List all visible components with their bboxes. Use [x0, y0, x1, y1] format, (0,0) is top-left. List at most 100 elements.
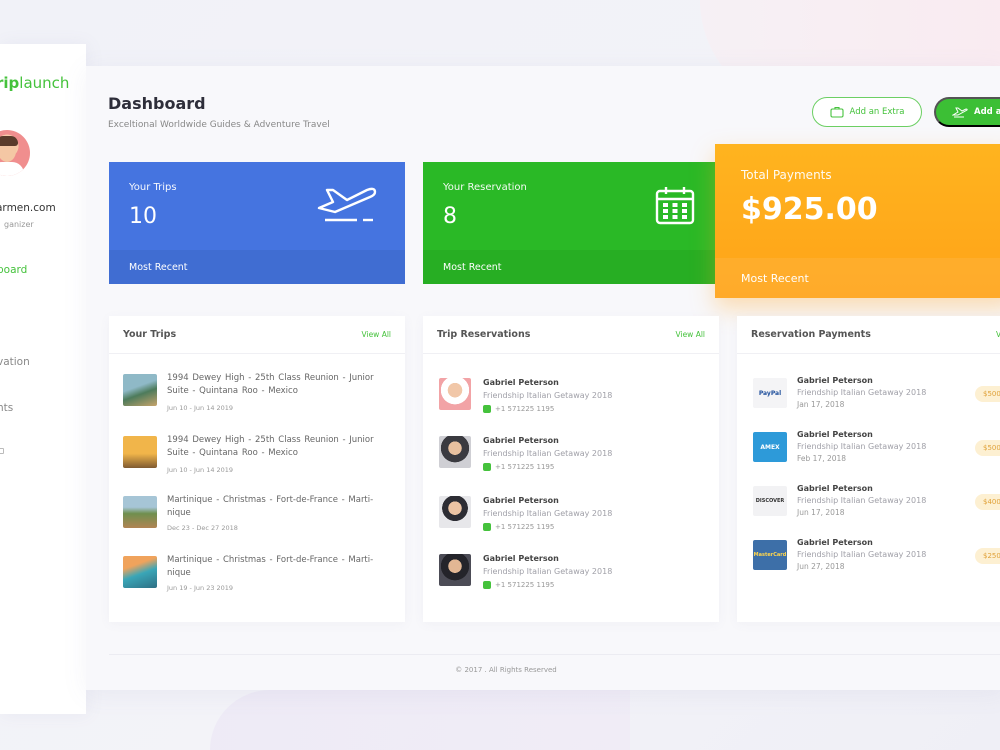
add-trip-button[interactable]: Add a — [934, 97, 1000, 127]
payer-trip: Friendship Italian Getaway 2018 — [797, 550, 927, 559]
guest-photo — [439, 496, 471, 528]
trip-title: Martinique - Christmas - Fort-de-France … — [167, 555, 374, 578]
user-email: armen.com — [0, 202, 56, 214]
sidebar-item-reservation[interactable]: vation — [0, 356, 30, 368]
payment-date: Jan 17, 2018 — [797, 400, 845, 409]
airplane-takeoff-icon — [317, 187, 377, 222]
panel-title: Reservation Payments — [751, 329, 871, 340]
add-extra-label: Add an Extra — [849, 107, 905, 117]
payer-name: Gabriel Peterson — [797, 484, 873, 493]
sidebar-item-payments[interactable]: nts — [0, 402, 13, 414]
payment-date: Feb 17, 2018 — [797, 454, 847, 463]
panel-header: Trip Reservations View All — [423, 316, 719, 354]
guest-photo — [439, 554, 471, 586]
payer-name: Gabriel Peterson — [797, 376, 873, 385]
trip-thumbnail — [123, 496, 157, 528]
guest-photo — [439, 378, 471, 410]
whatsapp-icon — [483, 405, 491, 413]
airplane-icon — [952, 107, 968, 118]
panel-header: Reservation Payments Vi — [737, 316, 1000, 354]
brand-logo[interactable]: riplaunch — [0, 74, 69, 92]
brand-part-1: rip — [0, 74, 20, 92]
user-avatar[interactable] — [0, 130, 30, 176]
view-all-link[interactable]: View All — [362, 330, 391, 339]
payment-amount: $400.0 — [975, 494, 1000, 510]
sidebar-item-dashboard[interactable]: board — [0, 264, 27, 276]
stat-footer[interactable]: Most Recent — [109, 250, 405, 284]
guest-phone: +1 571225 1195 — [483, 405, 554, 413]
footer-divider — [109, 654, 1000, 655]
panel-title: Trip Reservations — [437, 329, 531, 340]
stat-card-trips[interactable]: Your Trips 10 Most Recent — [109, 162, 405, 284]
view-all-link[interactable]: Vi — [996, 330, 1000, 339]
trip-date: Jun 19 - Jun 23 2019 — [167, 584, 234, 592]
payment-date: Jun 27, 2018 — [797, 562, 845, 571]
guest-photo — [439, 436, 471, 468]
payer-trip: Friendship Italian Getaway 2018 — [797, 496, 927, 505]
guest-name: Gabriel Peterson — [483, 554, 559, 563]
sidebar-item-icon[interactable] — [0, 448, 4, 454]
stat-card-payments[interactable]: Total Payments $925.00 Most Recent — [715, 144, 1000, 298]
payment-list-item[interactable]: AMEX Gabriel Peterson Friendship Italian… — [753, 430, 1000, 478]
whatsapp-icon — [483, 463, 491, 471]
reservation-list-item[interactable]: Gabriel Peterson Friendship Italian Geta… — [439, 378, 709, 428]
add-trip-label: Add a — [974, 107, 1000, 117]
trip-date: Jun 10 - Jun 14 2019 — [167, 466, 234, 474]
payment-date: Jun 17, 2018 — [797, 508, 845, 517]
trip-date: Jun 10 - Jun 14 2019 — [167, 404, 234, 412]
guest-trip: Friendship Italian Getaway 2018 — [483, 391, 613, 400]
calendar-icon — [655, 187, 695, 225]
stat-value: 10 — [129, 204, 157, 229]
stat-value: 8 — [443, 204, 457, 229]
trip-date: Dec 23 - Dec 27 2018 — [167, 524, 238, 532]
discover-icon: DISCOVER — [753, 486, 787, 516]
guest-name: Gabriel Peterson — [483, 496, 559, 505]
payer-trip: Friendship Italian Getaway 2018 — [797, 442, 927, 451]
amex-icon: AMEX — [753, 432, 787, 462]
trip-list-item[interactable]: Martinique - Christmas - Fort-de-France … — [123, 494, 393, 544]
trip-title: 1994 Dewey High - 25th Class Reunion - J… — [167, 373, 374, 396]
trip-thumbnail — [123, 436, 157, 468]
trip-title: 1994 Dewey High - 25th Class Reunion - J… — [167, 435, 374, 458]
page-subtitle: Exceltional Worldwide Guides & Adventure… — [108, 120, 330, 130]
trip-list-item[interactable]: 1994 Dewey High - 25th Class Reunion - J… — [123, 434, 393, 484]
stat-footer[interactable]: Most Recent — [423, 250, 719, 284]
whatsapp-icon — [483, 523, 491, 531]
trip-reservations-panel: Trip Reservations View All Gabriel Peter… — [423, 316, 719, 622]
payment-list-item[interactable]: PayPal Gabriel Peterson Friendship Itali… — [753, 376, 1000, 424]
guest-name: Gabriel Peterson — [483, 378, 559, 387]
phone-number: +1 571225 1195 — [495, 405, 555, 413]
avatar-hair — [0, 136, 18, 146]
phone-number: +1 571225 1195 — [495, 463, 555, 471]
payment-amount: $2500.0 — [975, 548, 1000, 564]
phone-number: +1 571225 1195 — [495, 523, 555, 531]
add-extra-button[interactable]: Add an Extra — [812, 97, 922, 127]
payment-amount: $500.0 — [975, 386, 1000, 402]
paypal-icon: PayPal — [753, 378, 787, 408]
payment-list-item[interactable]: MasterCard Gabriel Peterson Friendship I… — [753, 538, 1000, 586]
payer-name: Gabriel Peterson — [797, 430, 873, 439]
payment-amount: $500.0 — [975, 440, 1000, 456]
your-trips-panel: Your Trips View All 1994 Dewey High - 25… — [109, 316, 405, 622]
reservation-payments-panel: Reservation Payments Vi PayPal Gabriel P… — [737, 316, 1000, 622]
trip-list-item[interactable]: 1994 Dewey High - 25th Class Reunion - J… — [123, 372, 393, 422]
main-panel: Dashboard Exceltional Worldwide Guides &… — [86, 66, 1000, 690]
stat-card-reservation[interactable]: Your Reservation 8 Most Recent — [423, 162, 719, 284]
trip-list-item[interactable]: Martinique - Christmas - Fort-de-France … — [123, 554, 393, 604]
stat-label: Your Reservation — [443, 182, 527, 193]
stat-footer[interactable]: Most Recent — [715, 258, 1000, 298]
view-all-link[interactable]: View All — [676, 330, 705, 339]
payment-list-item[interactable]: DISCOVER Gabriel Peterson Friendship Ita… — [753, 484, 1000, 532]
stat-label: Your Trips — [129, 182, 177, 193]
reservation-list-item[interactable]: Gabriel Peterson Friendship Italian Geta… — [439, 496, 709, 546]
panel-header: Your Trips View All — [109, 316, 405, 354]
reservation-list-item[interactable]: Gabriel Peterson Friendship Italian Geta… — [439, 436, 709, 486]
guest-phone: +1 571225 1195 — [483, 463, 554, 471]
panel-title: Your Trips — [123, 329, 177, 340]
trip-thumbnail — [123, 556, 157, 588]
guest-phone: +1 571225 1195 — [483, 523, 554, 531]
guest-trip: Friendship Italian Getaway 2018 — [483, 449, 613, 458]
payer-trip: Friendship Italian Getaway 2018 — [797, 388, 927, 397]
stat-label: Total Payments — [741, 168, 832, 182]
reservation-list-item[interactable]: Gabriel Peterson Friendship Italian Geta… — [439, 554, 709, 604]
